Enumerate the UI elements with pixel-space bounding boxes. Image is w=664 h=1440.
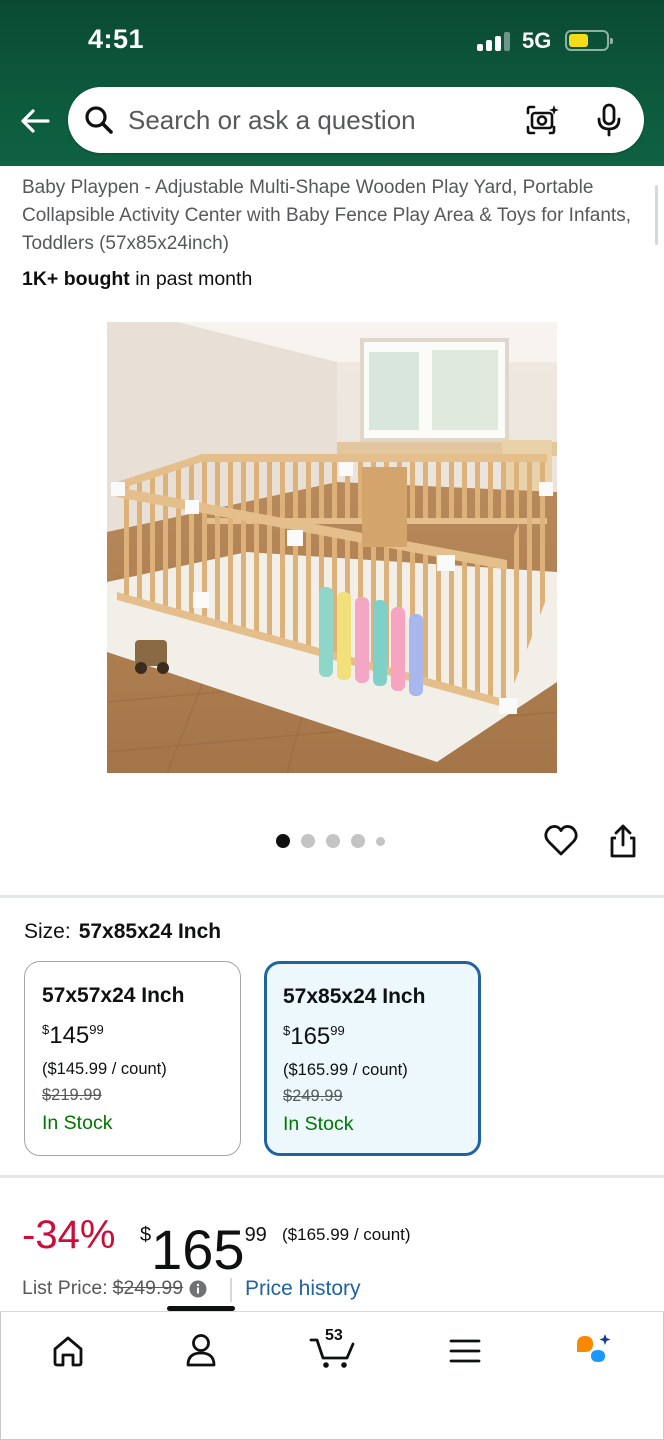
size-option-was-price: $219.99: [42, 1086, 102, 1104]
search-bar[interactable]: Search or ask a question: [68, 87, 644, 153]
size-option-57x85x24[interactable]: 57x85x24 Inch $16599 ($165.99 / count) $…: [264, 961, 481, 1156]
size-option-name: 57x85x24 Inch: [283, 985, 426, 1008]
active-tab-indicator: [167, 1306, 235, 1311]
size-selected-value: 57x85x24 Inch: [78, 920, 222, 943]
size-option-was-price: $249.99: [283, 1087, 343, 1105]
size-option-57x57x24[interactable]: 57x57x24 Inch $14599 ($145.99 / count) $…: [24, 961, 241, 1156]
list-price: List Price: $249.99: [22, 1277, 207, 1300]
price-history-link[interactable]: Price history: [245, 1277, 361, 1301]
list-price-value: $249.99: [112, 1277, 184, 1299]
carousel-dot[interactable]: [376, 836, 385, 846]
home-icon[interactable]: [51, 1334, 85, 1368]
heart-icon[interactable]: [543, 823, 579, 857]
bottom-nav: 53: [0, 1306, 664, 1440]
menu-icon[interactable]: [449, 1337, 481, 1365]
carousel-dot[interactable]: [326, 834, 340, 848]
carousel-dot[interactable]: [276, 834, 290, 848]
battery-icon: [565, 30, 613, 51]
discount-percent: -34%: [22, 1213, 116, 1257]
size-option-stock: In Stock: [283, 1113, 354, 1135]
bought-count-bold: 1K+ bought: [22, 268, 130, 290]
info-icon[interactable]: [189, 1280, 207, 1298]
carousel-dot[interactable]: [351, 834, 365, 848]
signal-icon: [477, 31, 513, 51]
size-selection-row: Size: 57x85x24 Inch: [24, 920, 221, 944]
price-per-count: ($165.99 / count): [282, 1225, 411, 1244]
search-icon: [85, 106, 113, 134]
rufus-assistant-icon[interactable]: [573, 1330, 617, 1370]
list-price-label: List Price:: [22, 1277, 108, 1299]
scrollbar[interactable]: [655, 185, 658, 245]
product-image[interactable]: [107, 322, 557, 773]
camera-lens-icon[interactable]: [524, 103, 560, 137]
size-option-price: $16599: [283, 1023, 345, 1050]
microphone-icon[interactable]: [594, 102, 624, 138]
size-option-per-count: ($165.99 / count): [283, 1061, 408, 1079]
size-option-stock: In Stock: [42, 1112, 113, 1134]
playpen-photo: [107, 322, 557, 773]
back-arrow-icon[interactable]: [18, 104, 52, 138]
carousel-dot[interactable]: [301, 834, 315, 848]
carousel-dots[interactable]: [276, 834, 385, 848]
section-divider: [0, 1175, 664, 1178]
size-option-price: $14599: [42, 1022, 104, 1049]
status-time: 4:51: [88, 24, 145, 54]
account-icon[interactable]: [184, 1332, 218, 1368]
top-header: 4:51 5G Search or ask a question: [0, 0, 664, 166]
product-title[interactable]: Baby Playpen - Adjustable Multi-Shape Wo…: [22, 174, 642, 258]
network-label: 5G: [522, 28, 552, 53]
bought-count-rest: in past month: [135, 268, 253, 290]
price-separator: [230, 1278, 232, 1302]
size-option-per-count: ($145.99 / count): [42, 1060, 167, 1078]
share-icon[interactable]: [608, 823, 638, 859]
section-divider: [0, 895, 664, 898]
bought-count: 1K+ bought in past month: [22, 268, 252, 291]
current-price: $16599: [140, 1218, 267, 1281]
size-option-name: 57x57x24 Inch: [42, 984, 185, 1007]
cart-icon[interactable]: [309, 1334, 357, 1370]
search-input[interactable]: Search or ask a question: [128, 105, 416, 136]
size-label: Size:: [24, 920, 71, 943]
